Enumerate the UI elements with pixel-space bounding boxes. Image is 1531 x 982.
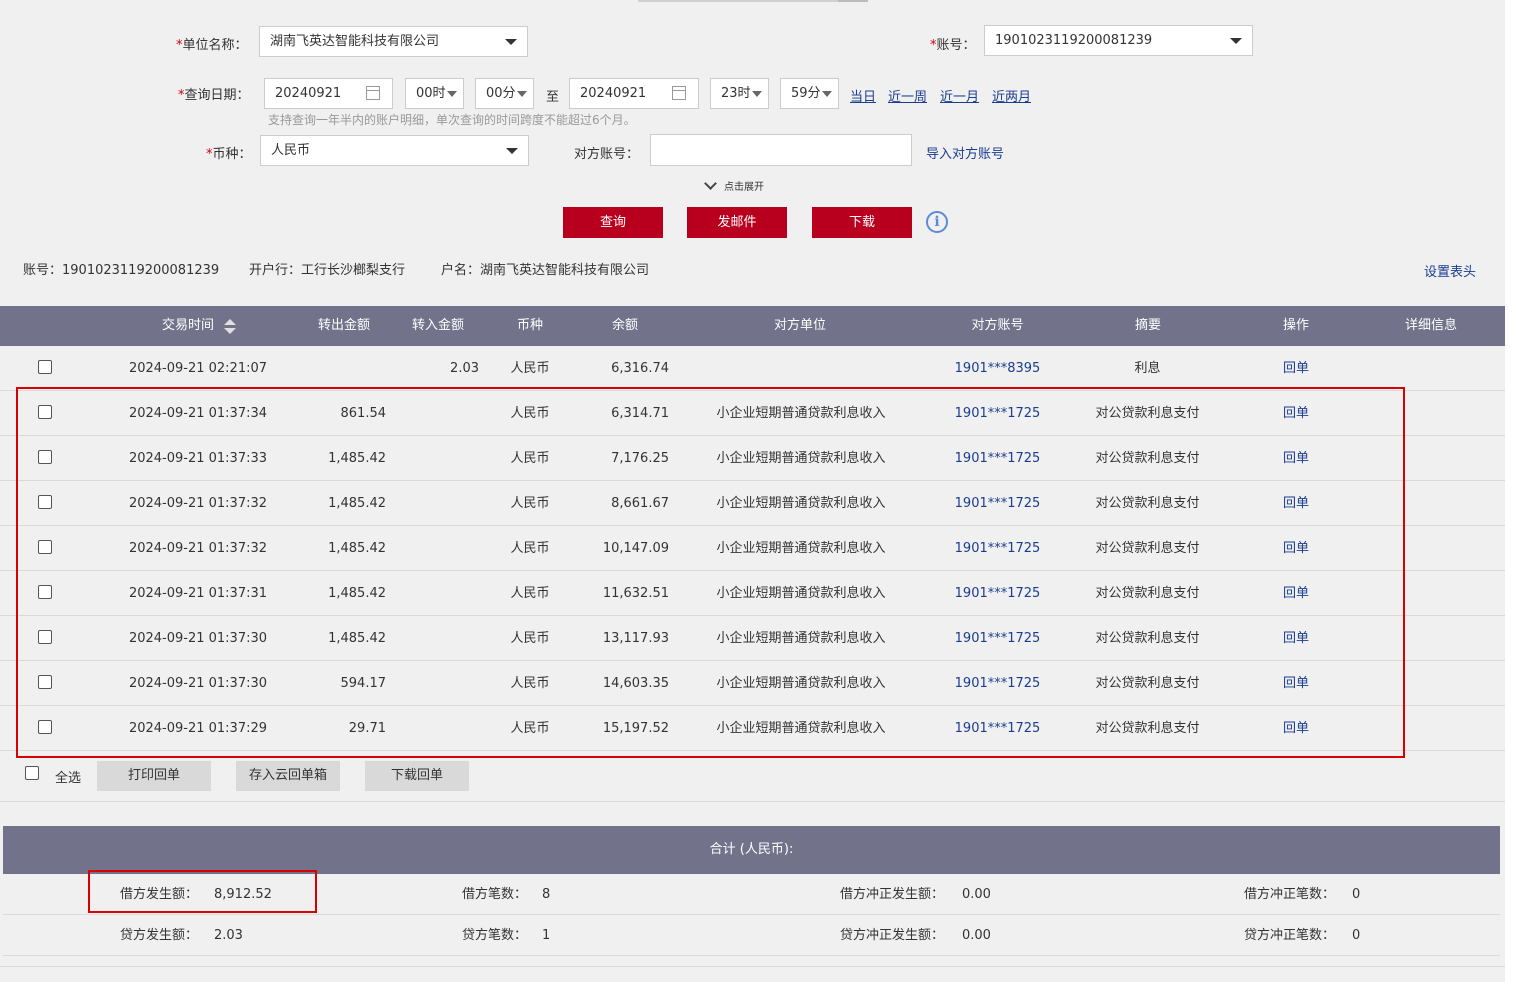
quick-week-link[interactable]: 近一周 (888, 86, 927, 105)
unit-select[interactable]: 湖南飞英达智能科技有限公司 (259, 26, 528, 57)
end-date-input[interactable]: 20240921 (569, 78, 699, 109)
credit-rev-count-value: 0 (1352, 928, 1361, 943)
credit-rev-amount-value: 0.00 (962, 928, 991, 943)
debit-rev-amount-label: 借方冲正发生额： (840, 887, 945, 902)
th-time[interactable]: 交易时间 (150, 306, 226, 346)
start-minute-select[interactable]: 00分 (475, 78, 534, 109)
calendar-icon[interactable] (366, 86, 380, 100)
date-label: *查询日期： (178, 88, 250, 103)
chevron-down-icon (1230, 38, 1242, 44)
cell-in-amount: 2.03 (450, 361, 479, 376)
th-summary: 摘要 (1134, 318, 1161, 333)
credit-rev-count-label: 贷方冲正笔数： (1244, 928, 1336, 943)
debit-rev-amount-value: 0.00 (962, 887, 991, 902)
date-hint: 支持查询一年半内的账户明细，单次查询的时间跨度不能超过6个月。 (268, 113, 636, 127)
table-row: 2024-09-21 02:21:07 2.03 人民币 6,316.74 1901**… (0, 346, 1505, 391)
expand-link[interactable]: 点击展开 (724, 178, 764, 193)
import-counter-account-link[interactable]: 导入对方账号 (926, 143, 1004, 162)
download-receipt-button[interactable]: 下载回单 (365, 761, 469, 791)
send-email-button[interactable]: 发邮件 (687, 207, 787, 238)
end-minute-select[interactable]: 59分 (780, 78, 839, 109)
th-currency: 币种 (516, 318, 543, 333)
unit-label: *单位名称： (176, 38, 248, 53)
info-icon[interactable]: i (926, 211, 948, 233)
calendar-icon[interactable] (672, 86, 686, 100)
cell-balance: 6,316.74 (611, 361, 669, 376)
debit-count-value: 8 (542, 887, 551, 902)
th-out-amount: 转出金额 (317, 318, 370, 333)
cell-time: 2024-09-21 02:21:07 (128, 361, 268, 376)
sort-desc-icon[interactable] (224, 328, 236, 334)
sort-asc-icon[interactable] (224, 319, 236, 325)
print-receipt-button[interactable]: 打印回单 (97, 761, 211, 791)
set-header-link[interactable]: 设置表头 (1424, 261, 1476, 280)
counter-account-label: 对方账号： (574, 147, 640, 162)
chevron-down-icon (752, 91, 762, 97)
chevron-down-icon (505, 39, 517, 45)
credit-count-label: 贷方笔数： (462, 928, 528, 943)
cell-receipt-link[interactable]: 回单 (1275, 346, 1317, 391)
account-info-name: 户名：湖南飞英达智能科技有限公司 (441, 263, 650, 278)
currency-label: *币种： (206, 147, 252, 162)
credit-amount-label: 贷方发生额： (120, 928, 199, 943)
quick-today-link[interactable]: 当日 (850, 86, 876, 105)
chevron-down-icon (517, 91, 527, 97)
debit-rev-count-value: 0 (1352, 887, 1361, 902)
row-checkbox[interactable] (38, 360, 52, 374)
th-counterparty: 对方单位 (773, 318, 826, 333)
chevron-down-icon (506, 148, 518, 154)
select-all-label: 全选 (55, 771, 82, 786)
to-label: 至 (546, 90, 560, 105)
cell-currency: 人民币 (510, 361, 550, 376)
quick-month-link[interactable]: 近一月 (940, 86, 979, 105)
account-info-bank: 开户行：工行长沙榔梨支行 (249, 263, 406, 278)
credit-amount-value: 2.03 (214, 928, 243, 943)
summary-credit-row: 贷方发生额： 2.03 贷方笔数： 1 贷方冲正发生额： 0.00 贷方冲正笔数… (3, 915, 1500, 956)
start-hour-select[interactable]: 00时 (405, 78, 464, 109)
download-button[interactable]: 下载 (812, 207, 912, 238)
th-details: 详细信息 (1404, 318, 1457, 333)
th-in-amount: 转入金额 (411, 318, 464, 333)
divider-bottom (0, 966, 1505, 967)
divider (0, 801, 1505, 802)
highlight-box-rows (16, 387, 1405, 758)
select-all-checkbox[interactable] (25, 766, 39, 780)
start-date-input[interactable]: 20240921 (264, 78, 393, 109)
currency-select[interactable]: 人民币 (260, 135, 529, 166)
quick-two-months-link[interactable]: 近两月 (992, 86, 1031, 105)
cell-counterparty (700, 346, 902, 391)
debit-count-label: 借方笔数： (462, 887, 528, 902)
cell-summary: 利息 (1134, 361, 1161, 376)
chevron-down-icon (447, 91, 457, 97)
account-label: *账号： (930, 38, 976, 53)
cell-out-amount (296, 346, 386, 391)
save-cloud-receipt-button[interactable]: 存入云回单箱 (236, 761, 340, 791)
highlight-box-debit (88, 870, 317, 913)
account-info-number: 账号：1901023119200081239 (23, 263, 220, 278)
chevron-down-icon (822, 91, 832, 97)
cell-counter-account[interactable]: 1901***8395 (945, 346, 1050, 391)
th-counter-account: 对方账号 (971, 318, 1024, 333)
end-hour-select[interactable]: 23时 (710, 78, 769, 109)
top-tab-line (638, 0, 838, 2)
account-select[interactable]: 1901023119200081239 (984, 25, 1253, 56)
credit-rev-amount-label: 贷方冲正发生额： (840, 928, 945, 943)
th-operation: 操作 (1282, 318, 1309, 333)
debit-rev-count-label: 借方冲正笔数： (1244, 887, 1336, 902)
table-header: 交易时间 转出金额 转入金额 币种 余额 对方单位 对方账号 摘要 操作 详细信… (0, 306, 1505, 346)
summary-title: 合计 (人民币): (3, 826, 1500, 874)
counter-account-input[interactable] (650, 134, 912, 166)
top-tab-line-2 (838, 0, 868, 2)
th-balance: 余额 (611, 318, 638, 333)
credit-count-value: 1 (542, 928, 551, 943)
query-button[interactable]: 查询 (563, 207, 663, 238)
